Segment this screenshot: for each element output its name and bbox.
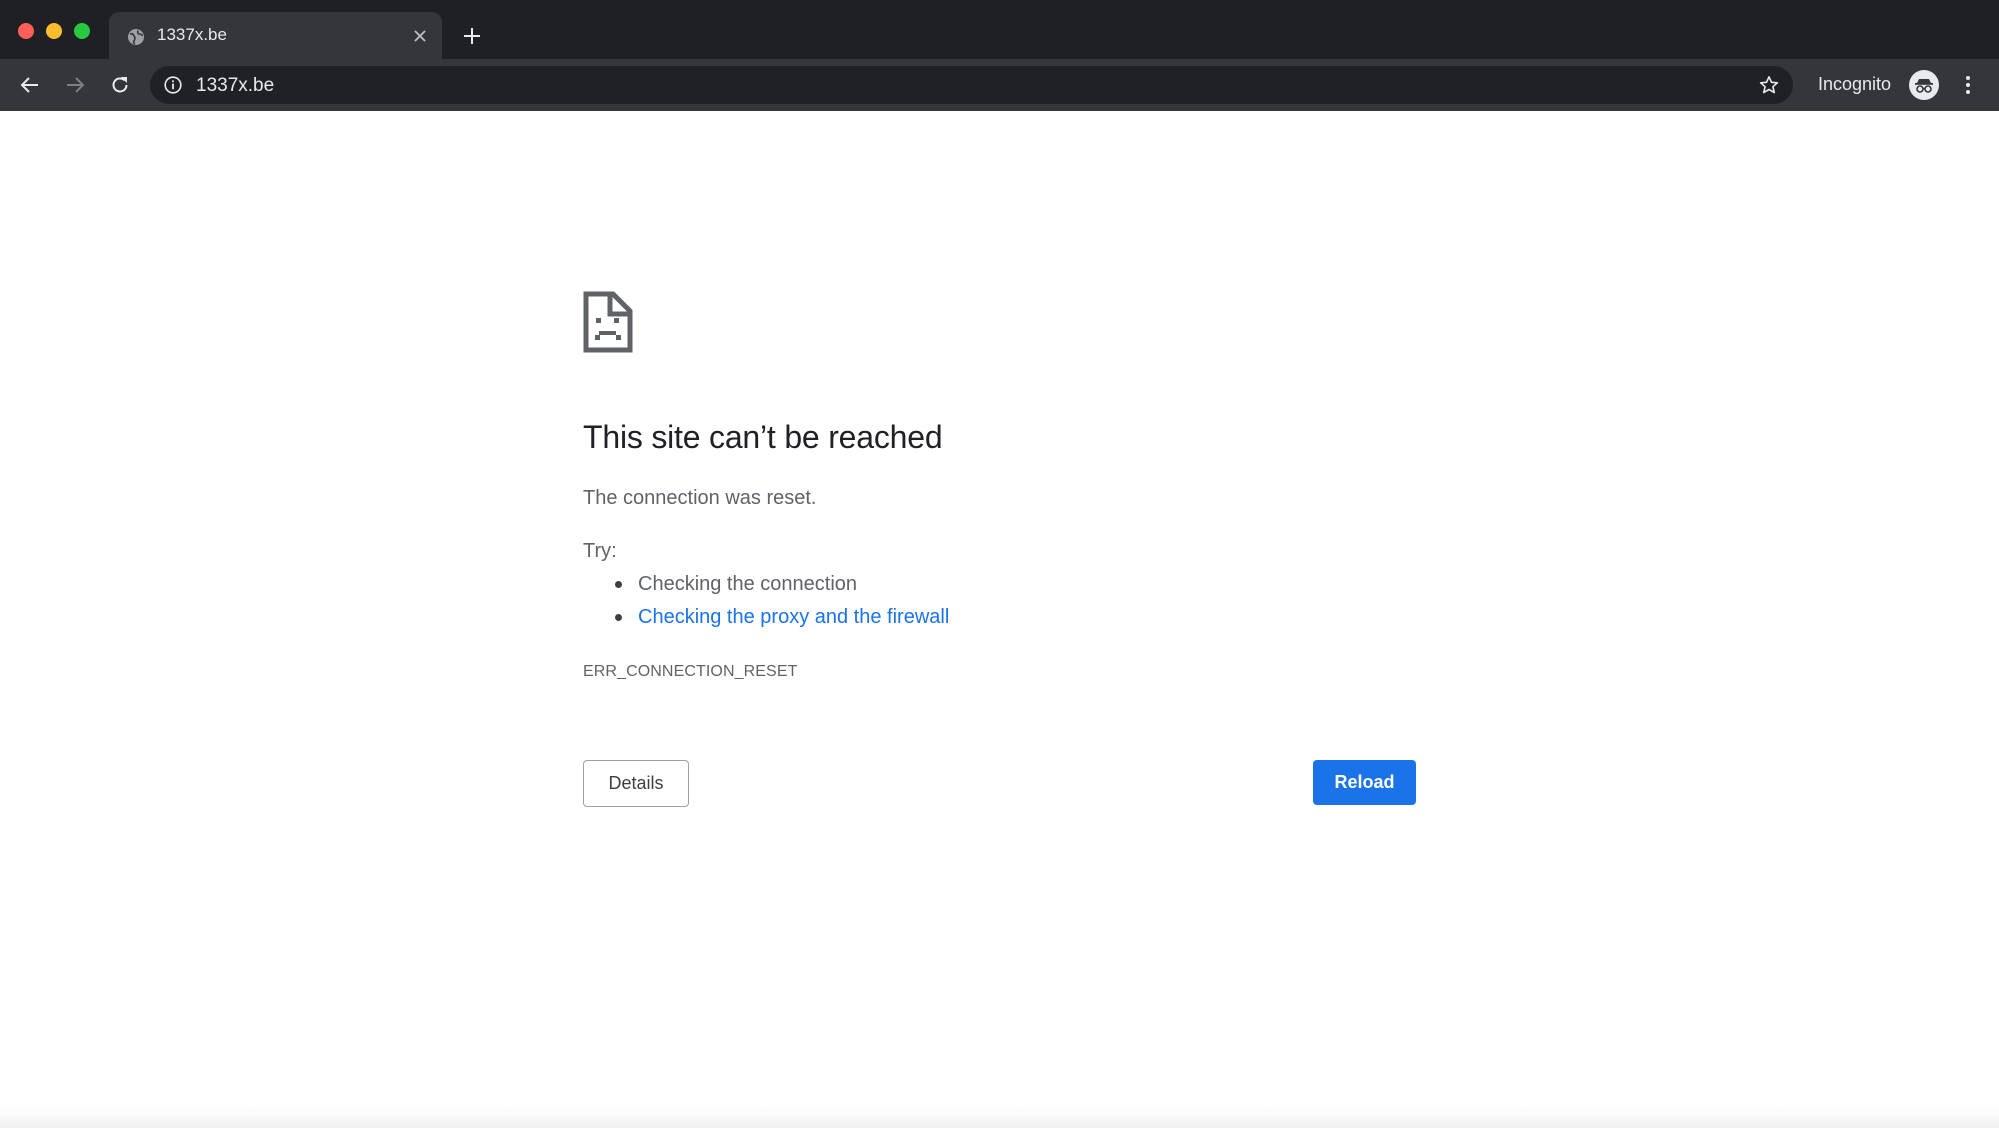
suggestion-list: Checking the connection Checking the pro… bbox=[610, 571, 949, 637]
window-maximize-button[interactable] bbox=[74, 23, 90, 39]
incognito-label[interactable]: Incognito bbox=[1818, 74, 1891, 95]
plus-icon bbox=[464, 28, 480, 44]
forward-button[interactable] bbox=[62, 72, 88, 98]
back-button[interactable] bbox=[17, 72, 43, 98]
suggestion-check-connection: Checking the connection bbox=[610, 571, 949, 604]
tab-title: 1337x.be bbox=[157, 25, 227, 44]
incognito-icon[interactable] bbox=[1909, 70, 1939, 100]
tab-strip: 1337x.be bbox=[0, 0, 1999, 59]
window-minimize-button[interactable] bbox=[46, 23, 62, 39]
tab-close-button[interactable] bbox=[410, 26, 430, 46]
suggestion-check-proxy-link[interactable]: Checking the proxy and the firewall bbox=[610, 604, 949, 637]
window-close-button[interactable] bbox=[18, 23, 34, 39]
browser-menu-button[interactable] bbox=[1958, 72, 1978, 98]
tab-active[interactable]: 1337x.be bbox=[109, 12, 442, 59]
address-bar[interactable]: 1337x.be bbox=[150, 66, 1793, 104]
error-code: ERR_CONNECTION_RESET bbox=[583, 663, 798, 680]
details-button[interactable]: Details bbox=[583, 760, 689, 807]
menu-icon bbox=[1966, 76, 1970, 94]
error-summary: The connection was reset. bbox=[583, 487, 817, 509]
close-icon bbox=[414, 30, 426, 42]
error-heading: This site can’t be reached bbox=[583, 419, 943, 455]
reload-button[interactable] bbox=[107, 72, 133, 98]
new-tab-button[interactable] bbox=[460, 24, 484, 48]
bottom-edge-shadow bbox=[0, 1106, 1999, 1128]
globe-icon bbox=[128, 29, 144, 45]
back-icon bbox=[20, 77, 38, 93]
star-icon[interactable] bbox=[1759, 75, 1779, 95]
try-label: Try: bbox=[583, 540, 617, 562]
sad-page-icon bbox=[583, 291, 633, 353]
incognito-glyph bbox=[1915, 79, 1933, 93]
page-content: This site can’t be reached The connectio… bbox=[0, 111, 1999, 1128]
info-icon[interactable] bbox=[164, 76, 182, 94]
url-text[interactable]: 1337x.be bbox=[196, 75, 274, 97]
reload-page-button[interactable]: Reload bbox=[1313, 760, 1416, 805]
toolbar: 1337x.be Incognito bbox=[0, 59, 1999, 111]
forward-icon bbox=[67, 77, 85, 93]
reload-icon bbox=[112, 77, 128, 93]
